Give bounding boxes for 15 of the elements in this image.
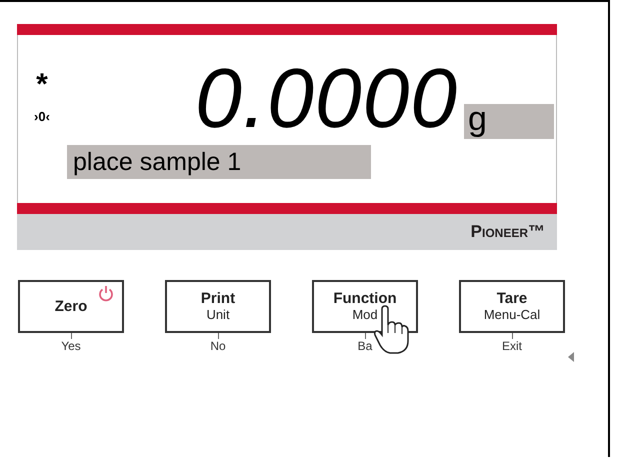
key-sublabel: Exit <box>502 339 522 353</box>
caret-icon <box>568 352 574 362</box>
key-button[interactable]: Function Mod <box>312 280 418 333</box>
stability-symbol: * <box>36 75 48 95</box>
brand-logo: Pioneer™ <box>470 222 545 242</box>
weight-reading: 0.0000 <box>195 57 458 139</box>
key-button[interactable]: Zero <box>18 280 124 333</box>
status-message: place sample 1 <box>67 145 371 179</box>
key-sublabel: Yes <box>61 339 81 353</box>
key-button[interactable]: Tare Menu-Cal <box>459 280 565 333</box>
key-button[interactable]: Print Unit <box>165 280 271 333</box>
key-sublabel: Ba <box>358 339 372 353</box>
unit-label: g <box>464 104 554 139</box>
zero-symbol: ›0‹ <box>34 109 50 124</box>
key-sublabel: No <box>210 339 226 353</box>
